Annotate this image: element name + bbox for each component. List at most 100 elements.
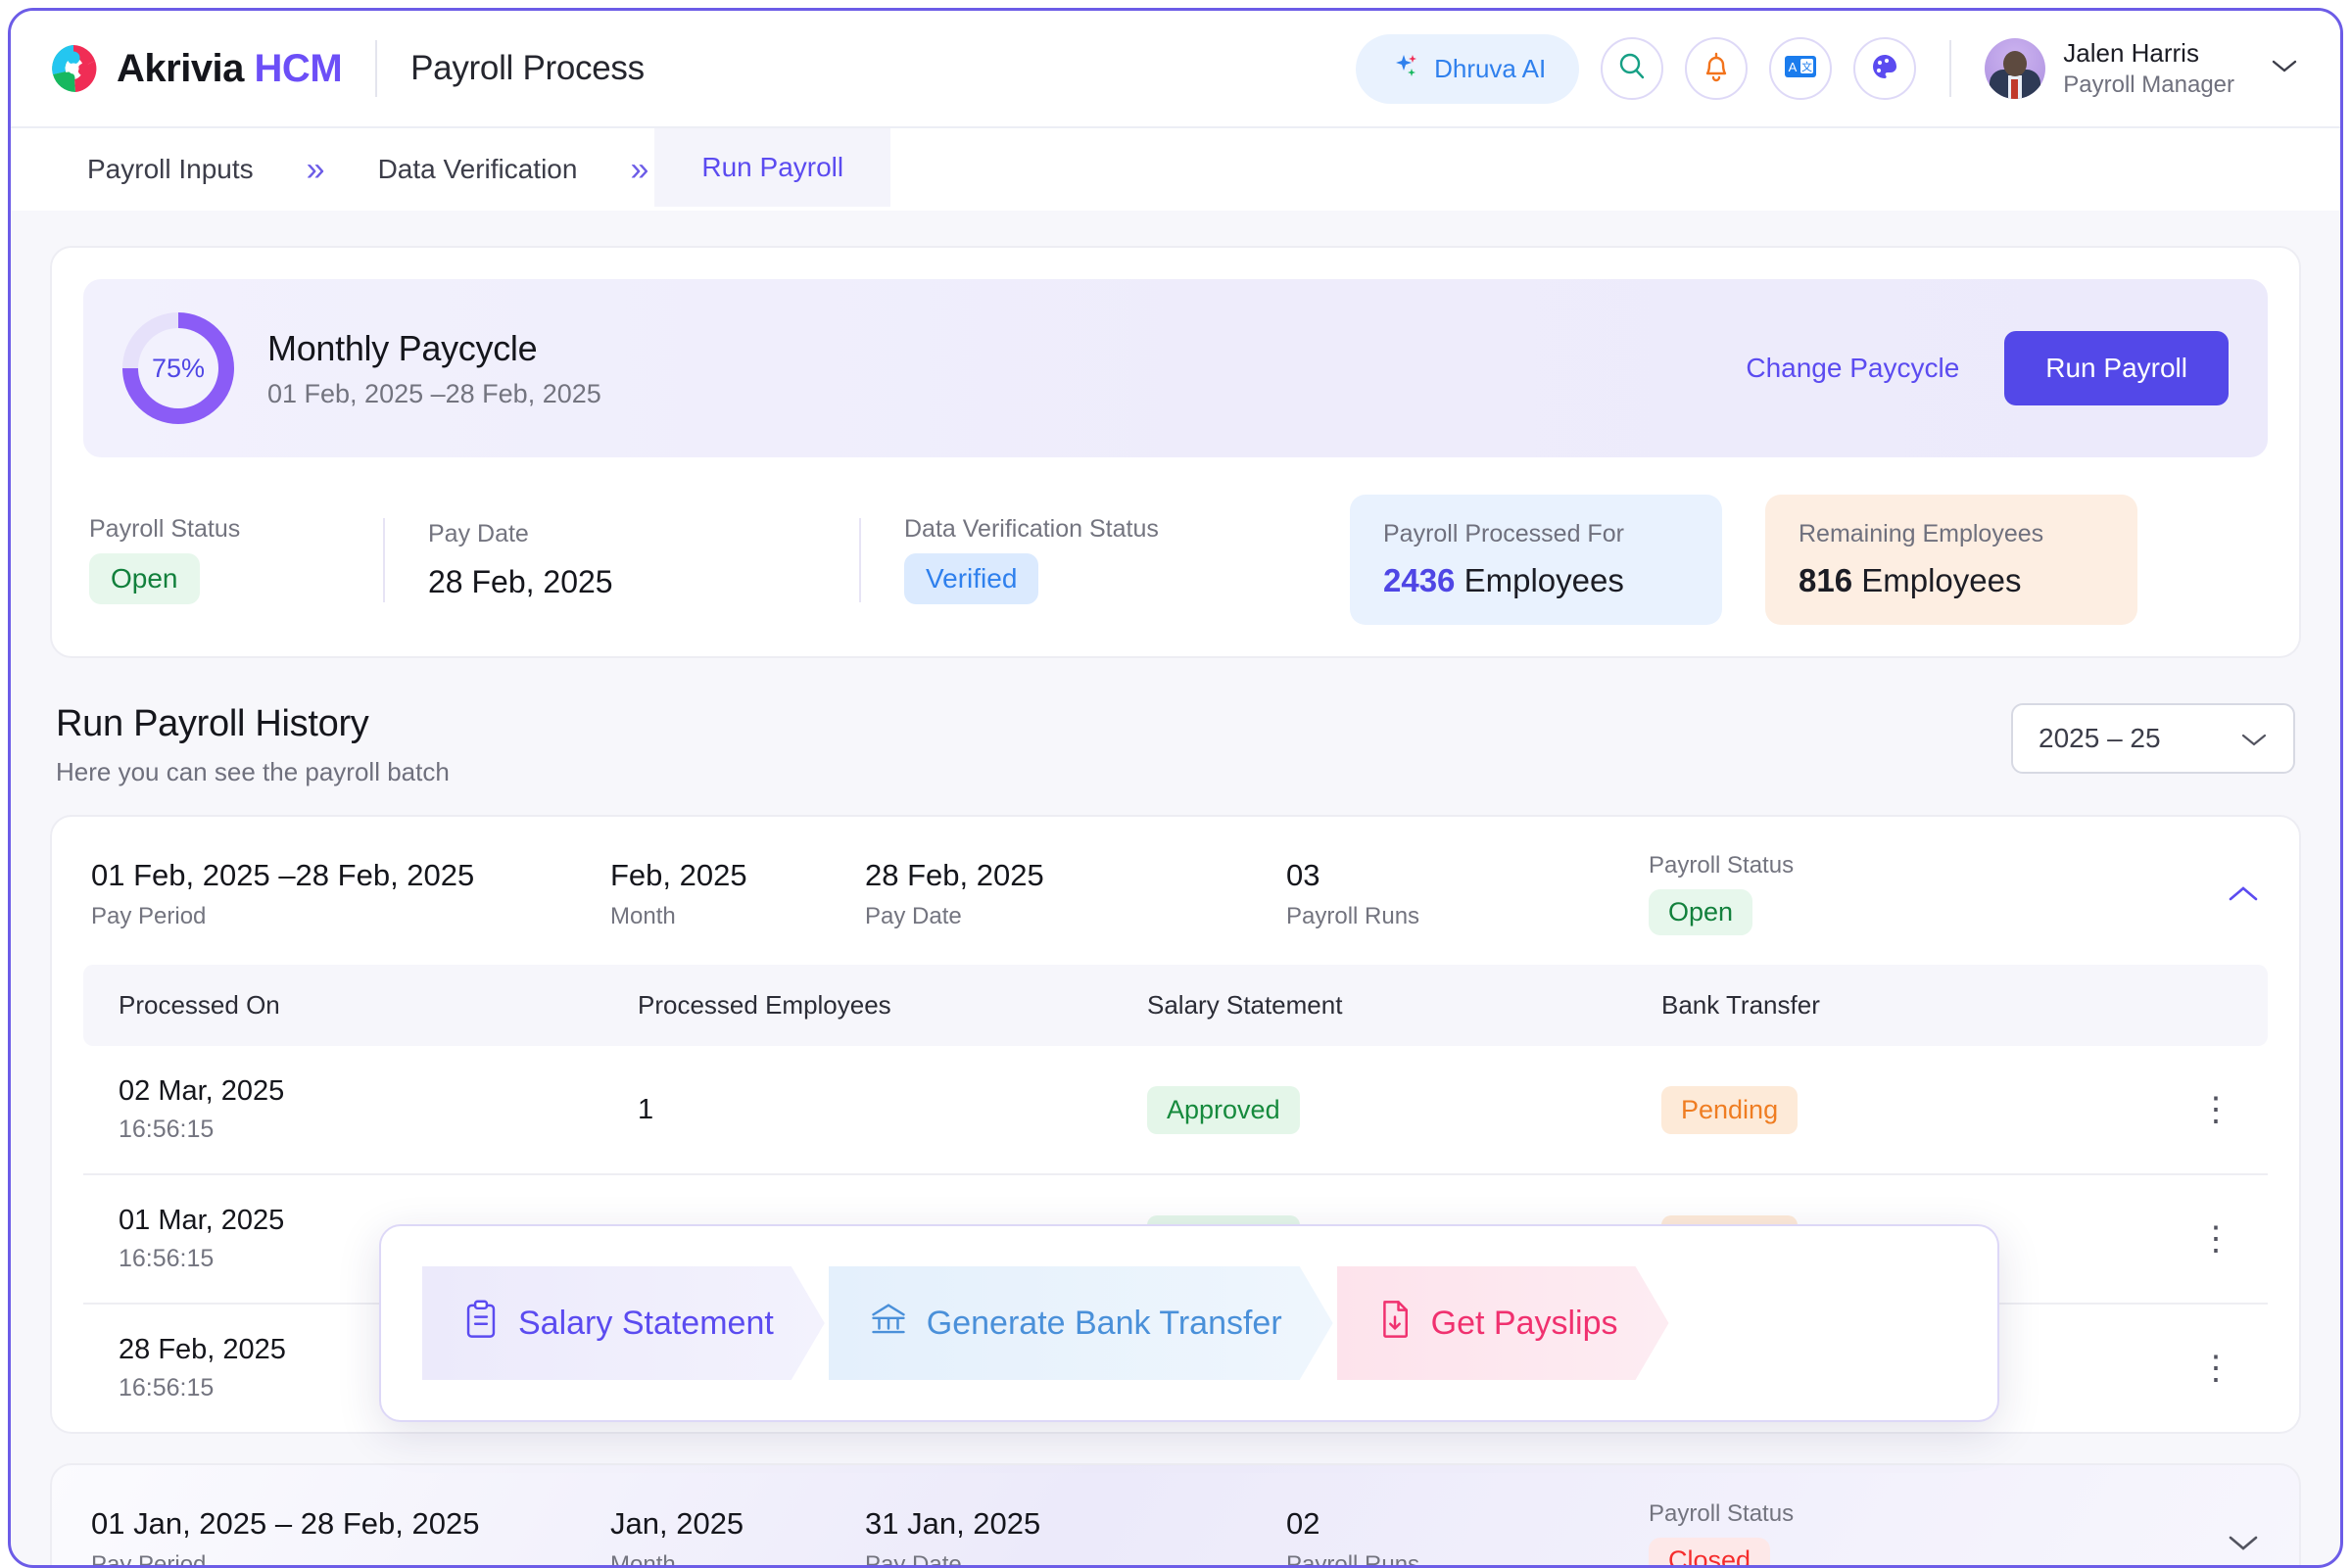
column-processed-on: Processed On xyxy=(119,990,280,1020)
salary-statement-action[interactable]: Salary Statement xyxy=(422,1266,825,1380)
stat-label: Pay Date xyxy=(428,519,529,547)
tile-value: 816 Employees xyxy=(1799,562,2104,599)
generate-bank-transfer-action[interactable]: Generate Bank Transfer xyxy=(829,1266,1333,1380)
tab-payroll-inputs[interactable]: Payroll Inputs xyxy=(11,128,301,211)
stat-payroll-status: Payroll Status Open xyxy=(89,515,383,604)
dhruva-ai-label: Dhruva AI xyxy=(1434,53,1547,83)
row-menu-icon[interactable]: ⋮ xyxy=(2199,1351,2232,1385)
batch-value: Feb, 2025 xyxy=(610,857,747,892)
stat-label: Payroll Status xyxy=(89,515,241,543)
tab-separator-icon: » xyxy=(306,150,325,188)
header-divider xyxy=(375,40,378,97)
tile-remaining: Remaining Employees 816 Employees xyxy=(1765,495,2137,625)
notifications-button[interactable] xyxy=(1685,37,1749,100)
batch-header[interactable]: 01 Feb, 2025 –28 Feb, 2025 Pay Period Fe… xyxy=(52,817,2299,965)
batch-pay-date: 28 Feb, 2025 Pay Date xyxy=(865,858,1286,930)
avatar xyxy=(1985,37,2046,99)
stat-pay-date: Pay Date 28 Feb, 2025 xyxy=(428,520,859,600)
row-menu-icon[interactable]: ⋮ xyxy=(2199,1092,2232,1126)
cell-bank-transfer: Pending xyxy=(1661,1085,2151,1134)
stat-verification: Data Verification Status Verified xyxy=(904,515,1350,604)
batch-collapse-toggle[interactable] xyxy=(2227,875,2260,913)
tab-label: Payroll Inputs xyxy=(87,154,254,184)
tab-data-verification[interactable]: Data Verification xyxy=(331,128,625,211)
batch-value: 02 xyxy=(1286,1505,1320,1541)
user-name: Jalen Harris xyxy=(2063,37,2199,68)
history-header: Run Payroll History Here you can see the… xyxy=(50,703,2301,787)
verification-badge: Verified xyxy=(904,553,1039,604)
get-payslips-action[interactable]: Get Payslips xyxy=(1337,1266,1669,1380)
header-separator xyxy=(1949,40,1952,97)
payroll-stats: Payroll Status Open Pay Date 28 Feb, 202… xyxy=(83,495,2268,625)
chevron-down-icon[interactable] xyxy=(2270,57,2299,79)
theme-button[interactable] xyxy=(1853,37,1917,100)
paycycle-dates: 01 Feb, 2025 –28 Feb, 2025 xyxy=(267,378,601,408)
brand-name: Akrivia HCM xyxy=(117,46,343,91)
brand-name-second: HCM xyxy=(254,46,343,90)
batch-value: 31 Jan, 2025 xyxy=(865,1505,1041,1541)
brand-logo[interactable]: Akrivia HCM xyxy=(46,41,343,96)
page-title: Payroll Process xyxy=(410,49,645,87)
stat-divider xyxy=(859,517,861,602)
run-payroll-button[interactable]: Run Payroll xyxy=(2004,331,2229,405)
tab-run-payroll[interactable]: Run Payroll xyxy=(654,128,891,211)
translate-icon: A 文 xyxy=(1784,54,1817,84)
tile-label: Remaining Employees xyxy=(1799,520,2044,547)
batch-value: 28 Feb, 2025 xyxy=(865,857,1044,892)
bell-icon xyxy=(1701,50,1732,88)
batch-label: Month xyxy=(610,902,676,929)
processed-count: 2436 xyxy=(1383,562,1456,598)
paycycle-actions: Change Paycycle Run Payroll xyxy=(1746,331,2229,405)
batch-status-label: Payroll Status xyxy=(1649,852,1795,879)
tab-label: Run Payroll xyxy=(701,152,844,182)
batch-runs: 03 Payroll Runs xyxy=(1286,858,1649,930)
table-row[interactable]: 02 Mar, 2025 16:56:15 1 Approved Pending… xyxy=(83,1046,2268,1175)
search-icon xyxy=(1615,50,1649,88)
search-button[interactable] xyxy=(1601,37,1664,100)
clipboard-icon xyxy=(463,1300,499,1348)
batch-pay-date: 31 Jan, 2025 Pay Date xyxy=(865,1505,1286,1566)
progress-label: 75% xyxy=(151,353,206,383)
batch-value: 01 Feb, 2025 –28 Feb, 2025 xyxy=(91,857,475,892)
progress-donut: 75% xyxy=(122,312,234,424)
svg-text:A: A xyxy=(1789,60,1798,74)
history-title: Run Payroll History xyxy=(56,703,369,744)
cell-salary-statement: Approved xyxy=(1147,1085,1661,1134)
dhruva-ai-button[interactable]: Dhruva AI xyxy=(1356,33,1580,104)
remaining-unit: Employees xyxy=(1861,562,2022,598)
column-salary-statement: Salary Statement xyxy=(1147,990,1343,1020)
batch-label: Pay Period xyxy=(91,1550,207,1568)
batch-month: Jan, 2025 Month xyxy=(610,1505,865,1566)
tile-processed: Payroll Processed For 2436 Employees xyxy=(1350,495,1722,625)
history-subtitle: Here you can see the payroll batch xyxy=(56,757,450,786)
remaining-count: 816 xyxy=(1799,562,1853,598)
tab-label: Data Verification xyxy=(377,154,578,184)
user-menu[interactable]: Jalen Harris Payroll Manager xyxy=(1985,37,2299,101)
sparkle-icon xyxy=(1389,50,1420,88)
batch-expand-toggle[interactable] xyxy=(2227,1523,2260,1561)
change-paycycle-link[interactable]: Change Paycycle xyxy=(1746,353,1959,384)
row-time: 16:56:15 xyxy=(119,1116,215,1143)
batch-value: Jan, 2025 xyxy=(610,1505,744,1541)
tile-value: 2436 Employees xyxy=(1383,562,1689,599)
app-window: Akrivia HCM Payroll Process Dhruva AI A … xyxy=(8,8,2343,1568)
akrivia-logo-icon xyxy=(46,41,101,96)
row-date: 02 Mar, 2025 xyxy=(119,1075,285,1107)
row-menu-icon[interactable]: ⋮ xyxy=(2199,1221,2232,1256)
paycycle-title: Monthly Paycycle xyxy=(267,327,538,368)
paycycle-banner: 75% Monthly Paycycle 01 Feb, 2025 –28 Fe… xyxy=(83,279,2268,457)
brand-name-first: Akrivia xyxy=(117,46,244,90)
batch-status: Payroll Status Open xyxy=(1649,852,1794,935)
payroll-batch-jan: 01 Jan, 2025 – 28 Feb, 2025 Pay Period J… xyxy=(50,1463,2301,1568)
column-processed-employees: Processed Employees xyxy=(638,990,891,1020)
process-tabs: Payroll Inputs » Data Verification » Run… xyxy=(11,126,2340,211)
translate-button[interactable]: A 文 xyxy=(1769,37,1833,100)
processed-unit: Employees xyxy=(1463,562,1624,598)
batch-label: Pay Date xyxy=(865,902,962,929)
action-label: Salary Statement xyxy=(518,1304,774,1342)
batch-header[interactable]: 01 Jan, 2025 – 28 Feb, 2025 Pay Period J… xyxy=(52,1465,2299,1568)
bank-icon xyxy=(870,1301,907,1347)
year-select[interactable]: 2025 – 25 xyxy=(2011,703,2295,774)
svg-text:文: 文 xyxy=(1801,60,1812,73)
batch-status-label: Payroll Status xyxy=(1649,1500,1795,1527)
